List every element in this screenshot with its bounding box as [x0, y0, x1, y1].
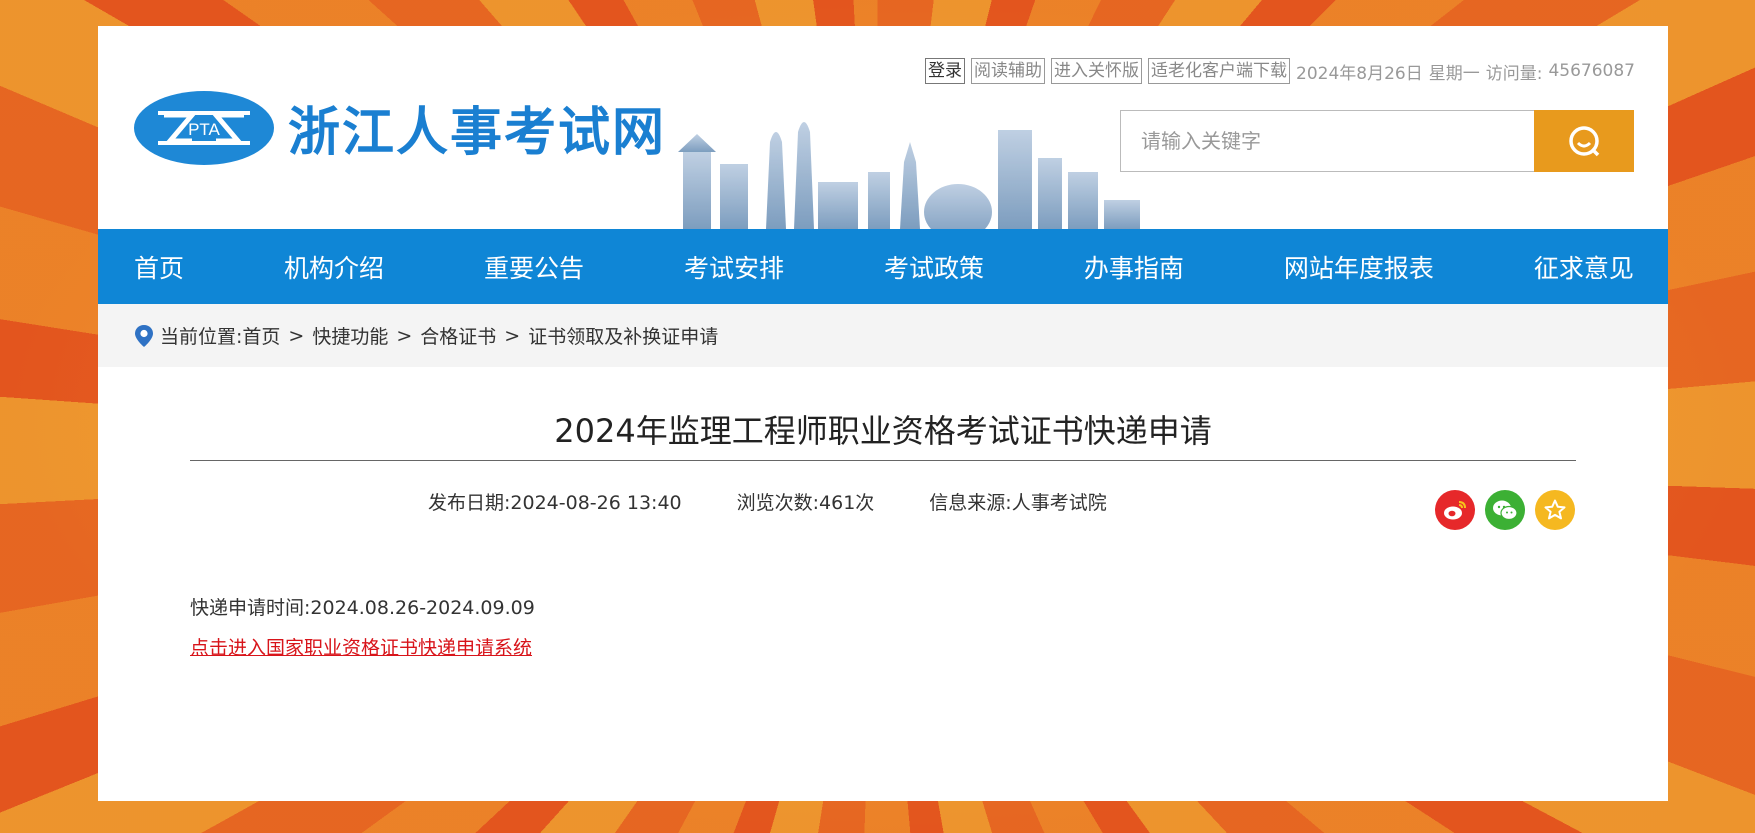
breadcrumb-separator: >: [504, 324, 521, 347]
visits-count: 45676087: [1548, 61, 1635, 81]
site-logo[interactable]: PTA 浙江人事考试网: [134, 90, 666, 165]
article-meta: 发布日期:2024-08-26 13:40 浏览次数:461次 信息来源:人事考…: [428, 488, 1162, 515]
search-input[interactable]: 请输入关键字: [1120, 110, 1534, 172]
info-source: 信息来源:人事考试院: [929, 492, 1107, 514]
nav-item-about[interactable]: 机构介绍: [284, 249, 384, 285]
weibo-icon[interactable]: [1435, 490, 1475, 530]
nav-item-announcements[interactable]: 重要公告: [484, 249, 584, 285]
nav-item-annual-report[interactable]: 网站年度报表: [1284, 249, 1434, 285]
site-name: 浙江人事考试网: [288, 103, 667, 163]
title-divider: [190, 460, 1576, 461]
care-mode-link[interactable]: 进入关怀版: [1051, 58, 1143, 84]
share-buttons: [1425, 490, 1575, 530]
favorite-icon[interactable]: [1535, 490, 1575, 530]
wechat-icon[interactable]: [1485, 490, 1525, 530]
breadcrumb-separator: >: [288, 324, 305, 347]
breadcrumb-item-certificates[interactable]: 合格证书: [420, 322, 496, 349]
skyline-illustration: [678, 122, 1140, 229]
top-links: 登录 阅读辅助 进入关怀版 适老化客户端下载 2024年8月26日 星期一 访问…: [919, 58, 1635, 84]
nav-item-exam-policy[interactable]: 考试政策: [884, 249, 984, 285]
application-period: 快递申请时间:2024.08.26-2024.09.09: [190, 597, 535, 619]
header: PTA 浙江人事考试网 登录 阅读辅助 进入关怀版 适老化客户端下载 2024年…: [98, 26, 1668, 229]
nav-item-exam-schedule[interactable]: 考试安排: [684, 249, 784, 285]
login-link[interactable]: 登录: [925, 58, 966, 84]
article-body: 快递申请时间:2024.08.26-2024.09.09 点击进入国家职业资格证…: [190, 588, 535, 668]
breadcrumb-item-quick-functions[interactable]: 快捷功能: [312, 322, 388, 349]
application-system-link[interactable]: 点击进入国家职业资格证书快递申请系统: [190, 637, 532, 659]
breadcrumb-prefix: 当前位置:: [160, 326, 243, 348]
article-title: 2024年监理工程师职业资格考试证书快递申请: [554, 412, 1212, 450]
search-icon: [1569, 126, 1600, 157]
logo-text: PTA: [188, 120, 220, 139]
view-count: 浏览次数:461次: [736, 492, 875, 514]
search-bar: 请输入关键字: [1120, 110, 1634, 172]
nav-item-feedback[interactable]: 征求意见: [1534, 249, 1634, 285]
breadcrumb: 当前位置: 首页 > 快捷功能 > 合格证书 > 证书领取及补换证申请: [98, 304, 1668, 367]
search-button[interactable]: [1534, 110, 1634, 172]
current-date: 2024年8月26日: [1296, 63, 1423, 84]
nav-item-guide[interactable]: 办事指南: [1084, 249, 1184, 285]
current-weekday: 星期一: [1428, 63, 1480, 84]
breadcrumb-item-current[interactable]: 证书领取及补换证申请: [528, 322, 718, 349]
elderly-client-download-link[interactable]: 适老化客户端下载: [1148, 58, 1291, 84]
breadcrumb-separator: >: [396, 324, 413, 347]
main-nav: 首页 机构介绍 重要公告 考试安排 考试政策 办事指南 网站年度报表 征求意见: [98, 229, 1668, 304]
reading-aid-link[interactable]: 阅读辅助: [971, 58, 1046, 84]
logo-emblem: PTA: [134, 90, 274, 165]
visits-label: 访问量:: [1485, 63, 1543, 84]
nav-item-home[interactable]: 首页: [134, 249, 184, 285]
location-pin-icon: [134, 324, 154, 348]
breadcrumb-item-home[interactable]: 首页: [242, 322, 280, 349]
publish-date: 发布日期:2024-08-26 13:40: [428, 492, 682, 514]
